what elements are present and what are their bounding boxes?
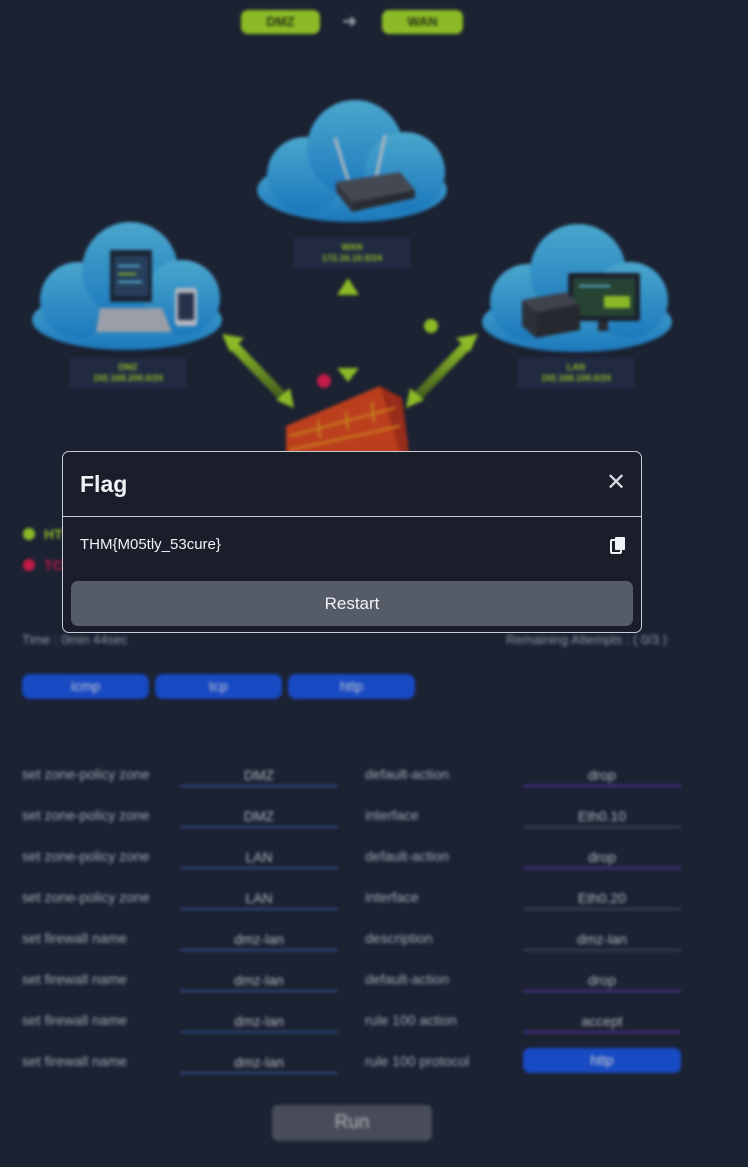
copy-icon[interactable] [610,536,626,554]
flag-dialog: Flag ✕ THM{M05tly_53cure} Restart [62,451,642,633]
flag-value: THM{M05tly_53cure} [80,536,221,553]
dialog-title: Flag [80,471,128,497]
divider [63,516,641,517]
restart-button[interactable]: Restart [71,581,633,626]
close-icon[interactable]: ✕ [604,471,628,495]
